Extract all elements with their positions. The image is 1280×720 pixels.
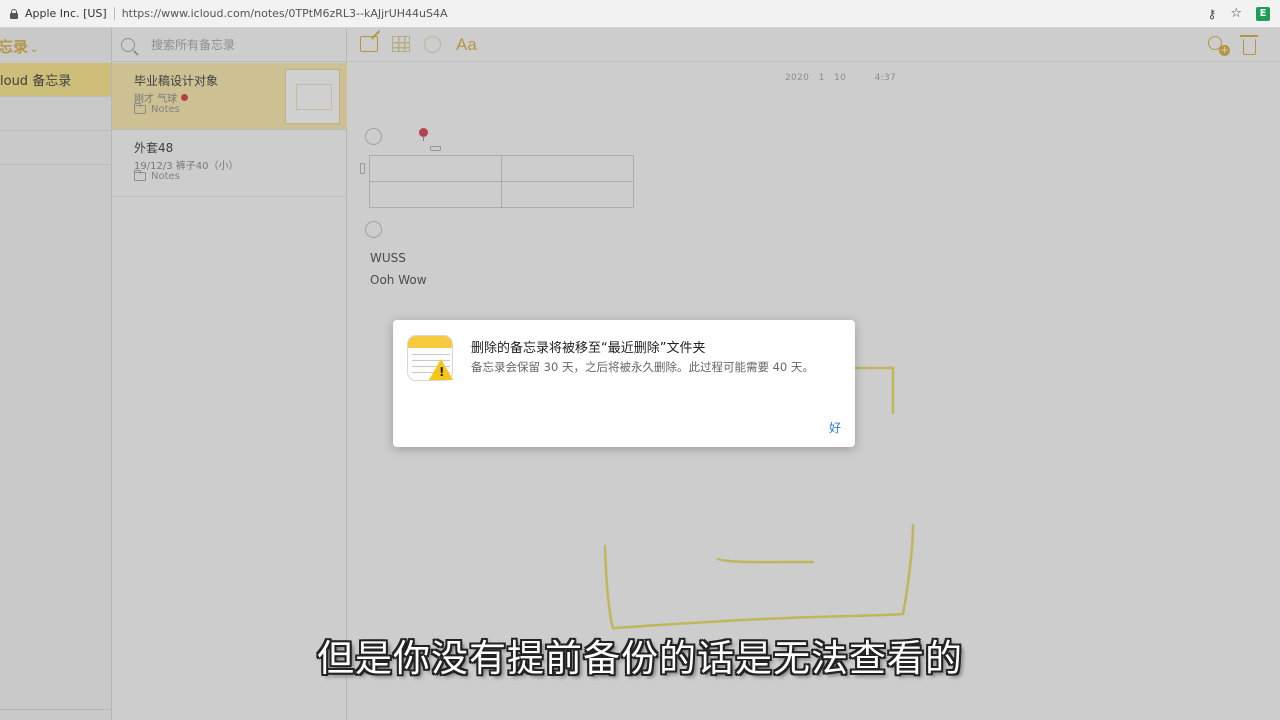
browser-address-bar: Apple Inc. [US] https://www.icloud.com/n… [0,0,1280,28]
key-icon[interactable]: ⚷ [1208,7,1217,21]
site-identity: Apple Inc. [US] [25,7,107,20]
star-icon[interactable]: ☆ [1230,6,1242,21]
extension-icon[interactable]: E [1256,6,1270,21]
divider [113,7,115,20]
lock-icon [9,8,19,19]
ok-button[interactable]: 好 [829,419,841,436]
video-subtitle: 但是你没有提前备份的话是无法查看的 [317,637,963,680]
url-field[interactable]: https://www.icloud.com/notes/0TPtM6zRL3-… [122,7,448,20]
warning-mark: ! [439,365,445,379]
dialog-message: 备忘录会保留 30 天，之后将被永久删除。此过程可能需要 40 天。 [471,360,814,374]
delete-info-dialog: ! 删除的备忘录将被移至“最近删除”文件夹 备忘录会保留 30 天，之后将被永久… [393,320,855,447]
dialog-title: 删除的备忘录将被移至“最近删除”文件夹 [471,341,706,356]
